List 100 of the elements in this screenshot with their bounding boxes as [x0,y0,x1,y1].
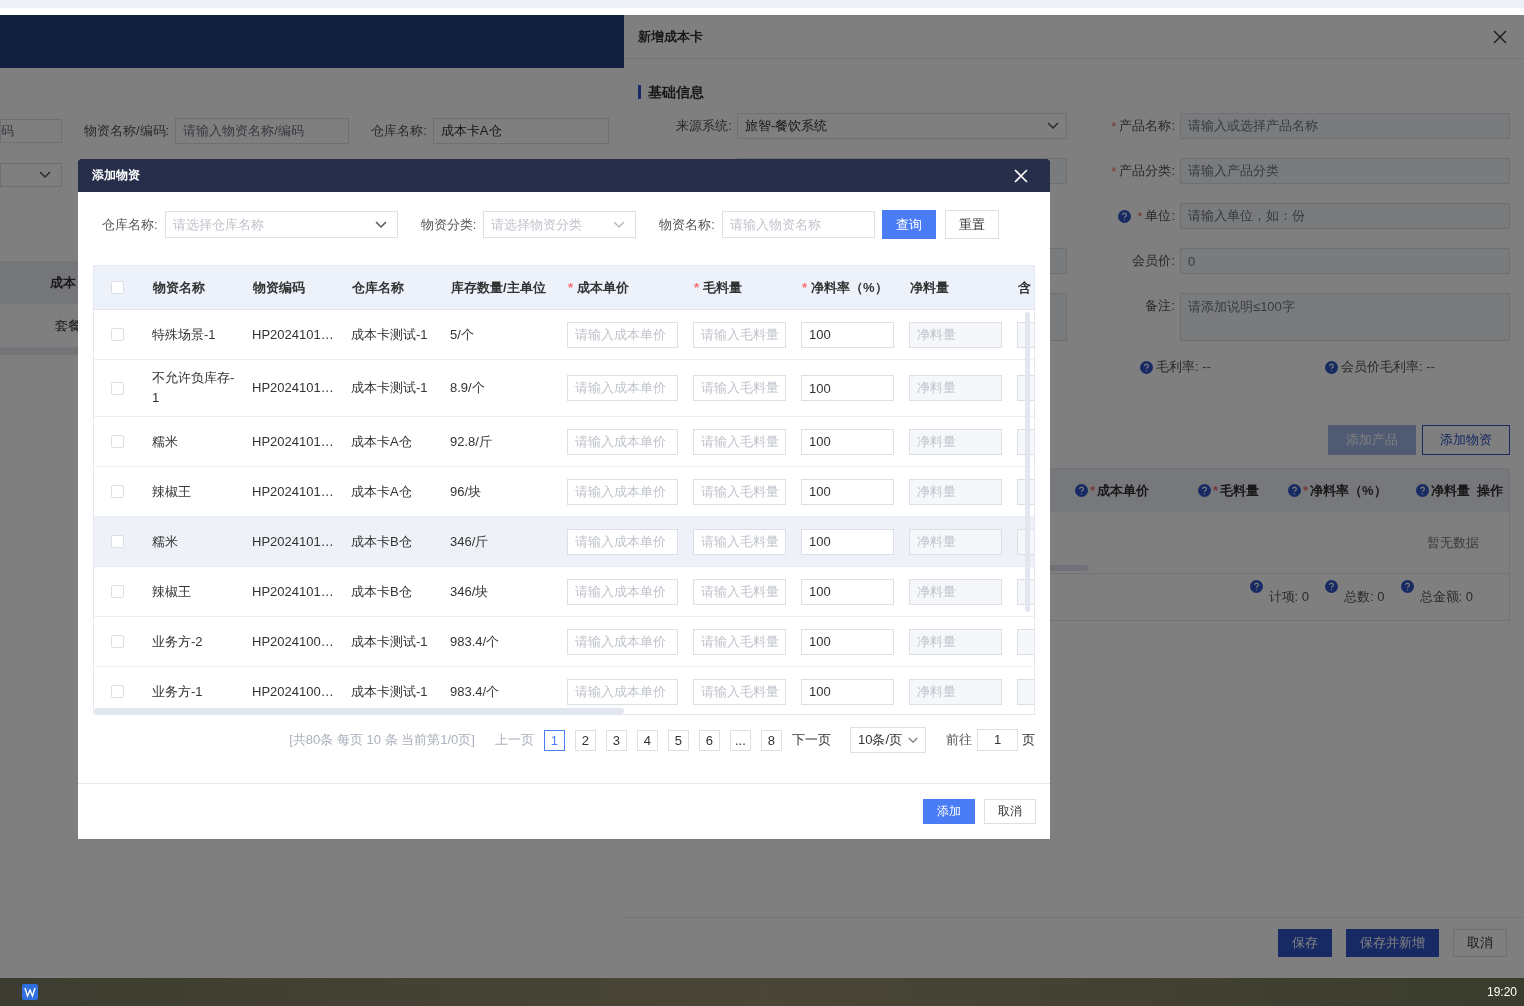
help-icon[interactable] [1198,484,1211,497]
input-field[interactable]: 0 [1180,248,1510,274]
filter-button[interactable]: 查询 [881,210,936,239]
help-icon[interactable] [1325,580,1339,593]
footer-button[interactable]: 取消 [984,799,1036,824]
scrollbar[interactable] [1025,312,1030,612]
input-field[interactable]: 100 [801,578,894,605]
required-mark: * [1111,118,1117,134]
caret-icon [908,736,918,744]
caret-icon [374,220,387,229]
clock: 19:20 [1486,985,1517,999]
table-cell-text: 成本卡B仓 [351,582,412,601]
page-number[interactable]: 8 [760,729,782,751]
input-field[interactable]: 100 [801,678,894,705]
table-cell-text: HP2024101… [252,379,334,397]
scrollbar[interactable] [94,708,624,714]
checkbox[interactable] [111,281,124,294]
table-cell-text: HP2024101… [252,532,334,551]
input-field[interactable]: 100 [801,428,894,455]
scrollbar[interactable] [1049,565,1089,571]
help-icon[interactable] [1118,209,1132,223]
app-icon[interactable] [22,984,38,1000]
input-field[interactable]: 100 [801,528,894,555]
checkbox[interactable] [111,485,124,498]
filter-label: 物资名称/编码: [84,122,170,140]
required-mark: * [802,280,808,295]
help-icon[interactable] [1249,580,1263,593]
field-label: 产品名称: [1119,117,1175,135]
input-field[interactable]: 100 [801,375,894,401]
required-mark: * [1137,208,1143,224]
input-field[interactable]: 码 [0,119,62,143]
table-cell-text: 983.4/个 [450,682,500,701]
input-field[interactable]: 请输入产品分类 [1180,158,1510,184]
table-cell-text: 辣椒王 [152,582,191,601]
checkbox[interactable] [111,535,124,548]
table-cell-text: HP2024101… [252,582,334,601]
page-number[interactable]: 4 [636,729,658,751]
table-cell-text: 不允许负库存-1 [152,369,236,407]
page-number[interactable]: ... [729,729,751,751]
required-mark: * [694,280,700,295]
footer-button[interactable]: 添加 [923,799,975,824]
input-field[interactable]: 请输入物资名称/编码 [175,118,350,144]
checkbox[interactable] [111,585,124,598]
footer-button[interactable]: 取消 [1453,929,1507,957]
page-number[interactable]: 5 [667,729,689,751]
required-mark: * [1090,483,1096,498]
next-page-link[interactable]: 下一页 [791,731,831,749]
footer-button[interactable]: 保存并新增 [1346,929,1439,957]
footer-button[interactable]: 保存 [1278,929,1332,957]
table-cell-text: 92.8/斤 [450,432,492,451]
table-cell-text: 业务方-1 [152,682,203,701]
filter-button[interactable]: 重置 [944,210,999,239]
page-number[interactable]: 3 [605,729,627,751]
column-header: 毛料量 [1220,481,1260,500]
textarea-field[interactable]: 请添加说明≤100字 [1180,293,1510,341]
filter-label: 物资分类: [420,215,477,234]
input-field[interactable]: 100 [801,321,894,348]
drawer-title: 新增成本卡 [638,27,703,46]
empty-text: 暂无数据 [1427,533,1479,552]
page-number[interactable]: 6 [698,729,720,751]
select-field[interactable] [0,163,62,187]
table-cell-text: 成本卡A仓 [351,482,412,501]
column-header: 毛料量 [703,278,743,297]
required-mark: * [1111,163,1117,179]
summary-text: 计项: 0 [1268,588,1310,606]
summary-text: 总数: 0 [1344,588,1385,606]
field-label: 备注: [1145,297,1175,315]
help-icon[interactable] [1400,580,1414,593]
table-cell-text: HP2024101… [252,482,334,501]
column-header: 物资编码 [253,278,305,297]
help-icon[interactable] [1416,484,1429,497]
help-icon[interactable] [1140,360,1153,374]
action-button[interactable]: 添加物资 [1422,425,1510,455]
table-cell-text: 糯米 [152,432,178,451]
page-number[interactable]: 1 [543,729,565,751]
page-input[interactable]: 1 [977,729,1018,751]
column-header: 成本单价 [1097,481,1150,500]
checkbox[interactable] [111,435,124,448]
select-field[interactable]: 旅智-餐饮系统 [737,113,1067,139]
column-header: 物资名称 [153,278,205,297]
input-field[interactable]: 请输入单位，如：份 [1180,203,1510,229]
help-icon[interactable] [1325,360,1338,374]
checkbox[interactable] [111,381,124,395]
checkbox[interactable] [111,685,124,698]
column-header: 净料量 [910,278,949,297]
input-field[interactable]: 100 [801,628,894,655]
checkbox[interactable] [111,328,124,341]
checkbox[interactable] [111,635,124,648]
table-cell-text: HP2024100… [252,632,334,651]
input-field[interactable]: 请输入或选择产品名称 [1180,113,1510,139]
page-number[interactable]: 2 [574,729,596,751]
table-cell-text: 成本卡测试-1 [351,325,428,344]
select-field[interactable]: 成本卡A仓 [432,118,609,144]
page-size-select[interactable]: 10条/页 [849,727,926,753]
help-icon[interactable] [1075,484,1088,497]
input-field[interactable]: 100 [801,478,894,505]
help-icon[interactable] [1288,484,1301,497]
table-cell-text: HP2024101… [252,432,334,451]
field-label: 来源系统: [676,117,732,135]
page-unit: 页 [1022,731,1035,749]
